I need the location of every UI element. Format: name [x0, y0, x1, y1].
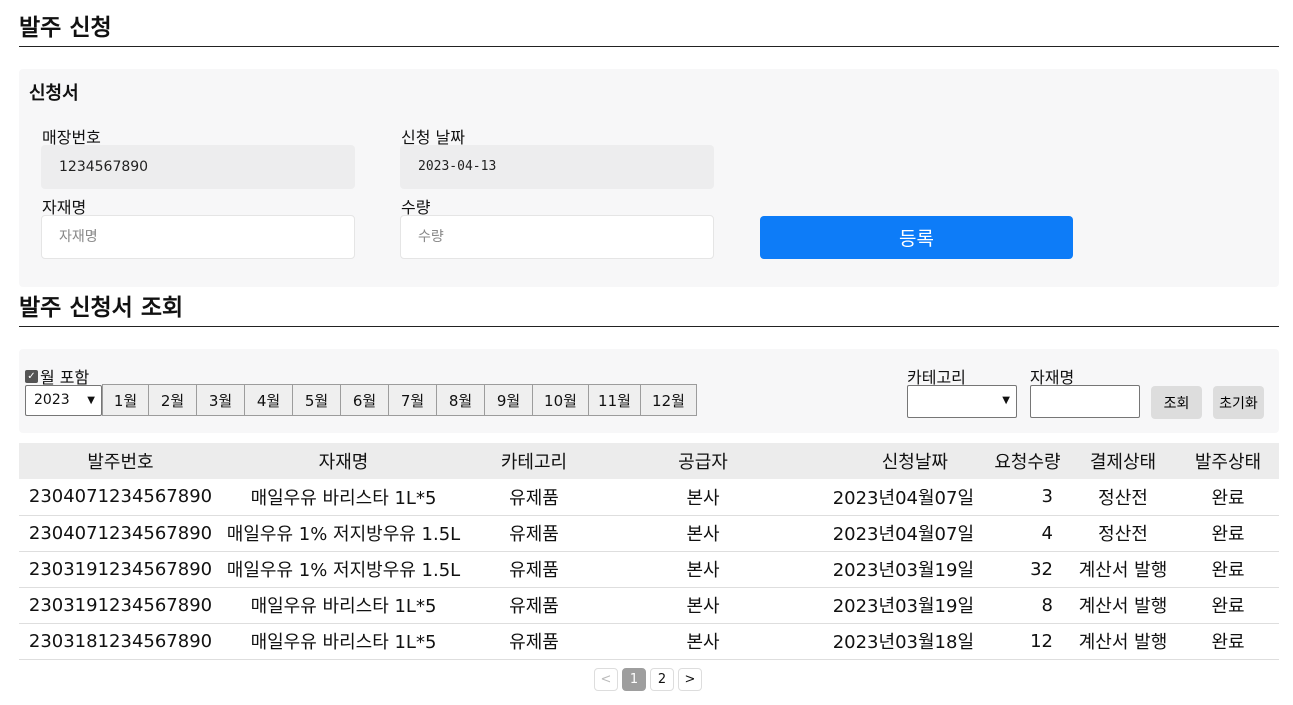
cell-supplier: 본사 [686, 524, 720, 545]
cell-quantity: 32 [1030, 558, 1053, 580]
cell-request-date: 2023년04월07일 [832, 487, 974, 509]
quantity-input[interactable]: 수량 [400, 215, 714, 259]
table-row[interactable]: 2304071234567890 매일우유 바리스타 1L*5 유제품 본사 2… [19, 479, 1279, 515]
request-date-field: 2023-04-13 [400, 145, 714, 189]
prev-page-button[interactable]: < [594, 668, 618, 691]
month-button-5[interactable]: 5월 [292, 384, 341, 416]
month-button-7[interactable]: 7월 [388, 384, 437, 416]
filter-panel: ✓ 월 포함 2023 ▼ 1월 2월 3월 4월 5월 6월 7월 8월 9월… [19, 349, 1279, 433]
cell-order-status: 완료 [1211, 524, 1245, 545]
month-button-10[interactable]: 10월 [532, 384, 589, 416]
cell-item-name: 매일우유 바리스타 1L*5 [250, 487, 437, 509]
month-button-11[interactable]: 11월 [588, 384, 641, 416]
register-button[interactable]: 등록 [760, 216, 1073, 259]
cell-item-name: 매일우유 1% 저지방우유 1.5L [226, 560, 461, 581]
cell-quantity: 8 [1041, 594, 1053, 616]
cell-quantity: 3 [1041, 486, 1053, 508]
cell-payment-status: 정산전 [1098, 524, 1148, 545]
store-no-field: 1234567890 [41, 145, 355, 189]
month-button-6[interactable]: 6월 [340, 384, 389, 416]
cell-category: 유제품 [509, 524, 559, 545]
cell-category: 유제품 [509, 596, 559, 617]
year-select[interactable]: 2023 ▼ [25, 385, 102, 416]
chevron-down-icon: ▼ [87, 395, 95, 406]
cell-order-status: 완료 [1211, 487, 1245, 509]
lookup-title: 발주 신청서 조회 [19, 295, 1279, 327]
next-page-button[interactable]: > [678, 668, 702, 691]
cell-item-name: 매일우유 1% 저지방우유 1.5L [226, 524, 461, 545]
cell-quantity: 12 [1030, 630, 1053, 652]
month-button-8[interactable]: 8월 [436, 384, 485, 416]
page-button-1[interactable]: 1 [622, 668, 646, 691]
chevron-down-icon: ▼ [1002, 395, 1010, 406]
cell-payment-status: 정산전 [1098, 487, 1148, 509]
month-button-12[interactable]: 12월 [640, 384, 697, 416]
month-button-1[interactable]: 1월 [102, 384, 149, 416]
cell-order-no: 2304071234567890 [28, 522, 213, 544]
header-request-date: 신청날짜 [881, 452, 948, 473]
cell-payment-status: 계산서 발행 [1078, 596, 1168, 617]
order-table: 발주번호 자재명 카테고리 공급자 신청날짜 요청수량 결제상태 발주상태 23… [19, 443, 1279, 660]
header-category: 카테고리 [500, 452, 568, 473]
header-order-no: 발주번호 [87, 452, 154, 473]
header-supplier: 공급자 [678, 452, 728, 473]
cell-supplier: 본사 [686, 487, 720, 509]
checkbox-checked-icon[interactable]: ✓ [25, 369, 38, 383]
cell-payment-status: 계산서 발행 [1078, 632, 1168, 653]
month-buttons: 1월 2월 3월 4월 5월 6월 7월 8월 9월 10월 11월 12월 [102, 384, 697, 416]
header-item-name: 자재명 [318, 452, 369, 473]
cell-item-name: 매일우유 바리스타 1L*5 [250, 632, 437, 653]
cell-order-status: 완료 [1211, 632, 1245, 653]
header-order-status: 발주상태 [1194, 452, 1262, 473]
order-form-panel: 신청서 매장번호 1234567890 신청 날짜 2023-04-13 자재명… [19, 69, 1279, 287]
month-button-2[interactable]: 2월 [148, 384, 197, 416]
year-value: 2023 [34, 392, 70, 408]
table-row[interactable]: 2304071234567890 매일우유 1% 저지방우유 1.5L 유제품 … [19, 515, 1279, 551]
cell-item-name: 매일우유 바리스타 1L*5 [250, 596, 437, 617]
month-button-9[interactable]: 9월 [484, 384, 533, 416]
cell-order-status: 완료 [1211, 560, 1245, 581]
cell-supplier: 본사 [686, 596, 720, 617]
cell-payment-status: 계산서 발행 [1078, 560, 1168, 581]
item-filter-input[interactable] [1030, 385, 1140, 418]
cell-request-date: 2023년03월18일 [832, 632, 974, 653]
table-row[interactable]: 2303191234567890 매일우유 바리스타 1L*5 유제품 본사 2… [19, 587, 1279, 623]
cell-category: 유제품 [509, 487, 559, 509]
header-quantity: 요청수량 [994, 452, 1061, 473]
table-header-row: 발주번호 자재명 카테고리 공급자 신청날짜 요청수량 결제상태 발주상태 [19, 443, 1279, 479]
cell-request-date: 2023년03월19일 [832, 596, 974, 617]
cell-order-status: 완료 [1211, 596, 1245, 617]
cell-category: 유제품 [509, 560, 559, 581]
cell-category: 유제품 [509, 632, 559, 653]
cell-supplier: 본사 [686, 560, 720, 581]
table-row[interactable]: 2303181234567890 매일우유 바리스타 1L*5 유제품 본사 2… [19, 623, 1279, 659]
cell-supplier: 본사 [686, 632, 720, 653]
cell-request-date: 2023년03월19일 [832, 560, 974, 581]
category-select[interactable]: ▼ [907, 385, 1017, 418]
search-button[interactable]: 조회 [1151, 386, 1202, 419]
cell-order-no: 2303181234567890 [28, 630, 213, 652]
cell-order-no: 2303191234567890 [28, 594, 213, 616]
cell-order-no: 2303191234567890 [28, 558, 213, 580]
cell-order-no: 2304071234567890 [28, 486, 213, 508]
cell-quantity: 4 [1041, 522, 1053, 544]
month-button-4[interactable]: 4월 [244, 384, 293, 416]
form-subtitle: 신청서 [29, 83, 79, 104]
table-row[interactable]: 2303191234567890 매일우유 1% 저지방우유 1.5L 유제품 … [19, 551, 1279, 587]
order-form-title: 발주 신청 [19, 15, 1279, 47]
page-button-2[interactable]: 2 [650, 668, 674, 691]
month-button-3[interactable]: 3월 [196, 384, 245, 416]
header-payment-status: 결제상태 [1089, 452, 1157, 473]
item-name-input[interactable]: 자재명 [41, 215, 355, 259]
pagination: < 1 2 > [594, 668, 702, 691]
cell-request-date: 2023년04월07일 [832, 524, 974, 545]
reset-button[interactable]: 초기화 [1213, 386, 1264, 419]
